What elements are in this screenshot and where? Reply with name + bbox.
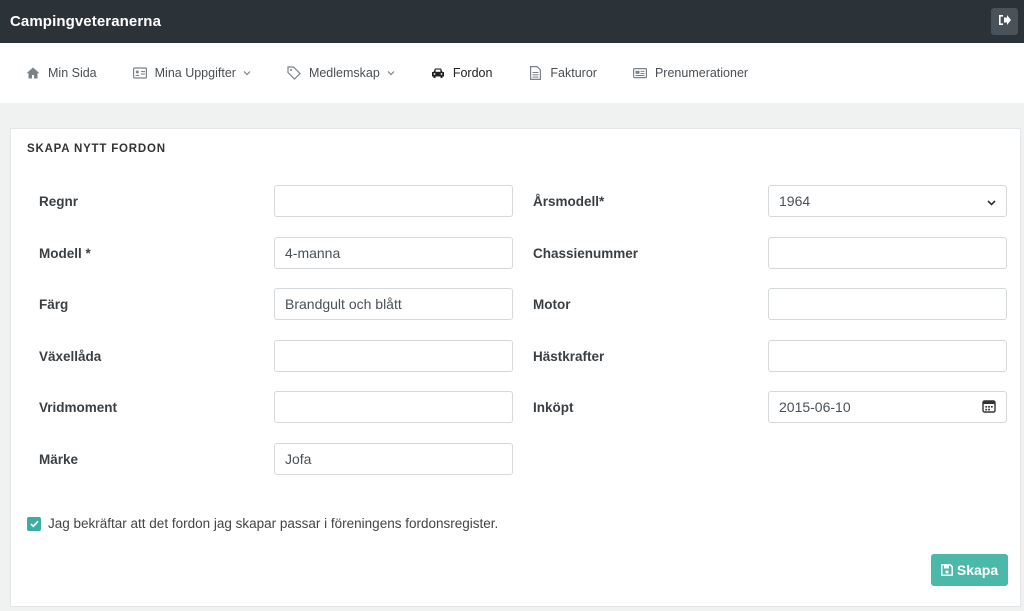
nav-label: Min Sida: [48, 66, 97, 80]
inkopt-label: Inköpt: [533, 400, 574, 415]
chevron-down-icon: [987, 193, 996, 209]
regnr-label: Regnr: [39, 194, 79, 209]
farg-label: Färg: [39, 297, 69, 312]
motor-label: Motor: [533, 297, 571, 312]
car-icon: [431, 66, 445, 80]
nav-item-medlemskap[interactable]: Medlemskap: [287, 66, 395, 80]
nav-item-fordon[interactable]: Fordon: [431, 66, 493, 80]
regnr-input[interactable]: [274, 185, 513, 217]
chevron-down-icon: [243, 70, 251, 76]
calendar-icon[interactable]: [982, 399, 996, 416]
nav-label: Fordon: [452, 66, 493, 80]
marke-input[interactable]: [274, 443, 513, 475]
main-nav: Min Sida Mina Uppgifter Medlemskap Fordo…: [0, 43, 1024, 103]
vaxellada-input[interactable]: [274, 340, 513, 372]
chassienummer-input[interactable]: [768, 237, 1007, 269]
vridmoment-input[interactable]: [274, 391, 513, 423]
chassienummer-label: Chassienummer: [533, 246, 639, 261]
arsmodell-value: 1964: [779, 193, 811, 209]
home-icon: [26, 66, 40, 80]
marke-label: Märke: [39, 452, 79, 467]
create-button[interactable]: Skapa: [931, 554, 1008, 586]
card-title: SKAPA NYTT FORDON: [27, 143, 166, 155]
nav-item-fakturor[interactable]: Fakturor: [528, 66, 597, 80]
arsmodell-label: Årsmodell*: [533, 194, 605, 209]
id-card-icon: [132, 66, 147, 80]
tag-icon: [287, 66, 301, 80]
chevron-down-icon: [387, 70, 395, 76]
nav-item-prenumerationer[interactable]: Prenumerationer: [632, 66, 749, 80]
create-vehicle-card: SKAPA NYTT FORDON Regnr Modell * Färg Vä…: [10, 128, 1021, 607]
modell-label: Modell *: [39, 246, 91, 261]
inkopt-date-input[interactable]: 2015-06-10: [768, 391, 1007, 423]
nav-item-mina-uppgifter[interactable]: Mina Uppgifter: [132, 66, 251, 80]
nav-label: Fakturor: [550, 66, 597, 80]
vridmoment-label: Vridmoment: [39, 400, 118, 415]
brand-title: Campingveteranerna: [10, 13, 162, 30]
sign-out-icon: [998, 13, 1011, 31]
create-button-label: Skapa: [956, 562, 999, 578]
logout-button[interactable]: [991, 8, 1018, 35]
document-icon: [528, 66, 542, 80]
top-bar: Campingveteranerna: [0, 0, 1024, 43]
nav-item-min-sida[interactable]: Min Sida: [26, 66, 97, 80]
vaxellada-label: Växellåda: [39, 349, 102, 364]
confirm-row: Jag bekräftar att det fordon jag skapar …: [27, 516, 498, 531]
hastkrafter-label: Hästkrafter: [533, 349, 605, 364]
confirm-label: Jag bekräftar att det fordon jag skapar …: [48, 516, 499, 531]
save-icon: [940, 564, 953, 576]
hastkrafter-input[interactable]: [768, 340, 1007, 372]
newspaper-icon: [632, 66, 647, 80]
motor-input[interactable]: [768, 288, 1007, 320]
nav-label: Mina Uppgifter: [154, 66, 236, 80]
arsmodell-select[interactable]: 1964: [768, 185, 1007, 217]
confirm-checkbox[interactable]: [27, 516, 41, 531]
farg-input[interactable]: [274, 288, 513, 320]
nav-label: Prenumerationer: [654, 66, 749, 80]
nav-label: Medlemskap: [308, 66, 380, 80]
inkopt-value: 2015-06-10: [779, 399, 851, 415]
modell-input[interactable]: [274, 237, 513, 269]
